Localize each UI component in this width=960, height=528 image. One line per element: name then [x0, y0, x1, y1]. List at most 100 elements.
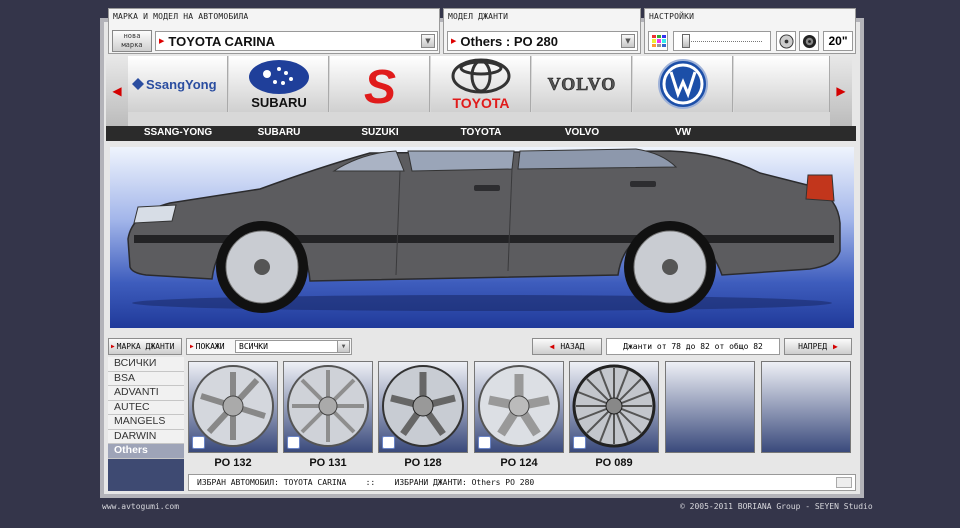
- brand-tile-suzuki[interactable]: S: [330, 56, 430, 112]
- chevron-down-icon[interactable]: ▼: [337, 341, 349, 352]
- make-item-autec[interactable]: AUTEC: [108, 400, 184, 415]
- subaru-logo-text: SUBARU: [251, 95, 307, 110]
- rim-thumb[interactable]: [378, 361, 468, 453]
- rim-size-select[interactable]: 20": [823, 31, 853, 51]
- rim-label: PO 128: [404, 457, 442, 469]
- arrow-left-icon: ◀: [112, 84, 122, 98]
- pointer-icon: ▶: [451, 37, 457, 45]
- rim-style-dark-button[interactable]: [799, 31, 819, 51]
- status-rim-value: Others PO 280: [471, 478, 535, 487]
- brand-name: TOYOTA: [460, 127, 502, 138]
- make-item-bsa[interactable]: BSA: [108, 371, 184, 386]
- suzuki-logo-text: S: [363, 61, 395, 111]
- brand-name: VOLVO: [564, 127, 600, 138]
- brand-tile-empty: [734, 56, 830, 112]
- footer-copyright: © 2005-2011 BORIANA Group - SEYEN Studio: [680, 502, 873, 511]
- footer-site: www.avtogumi.com: [102, 502, 180, 511]
- next-button[interactable]: НАПРЕД ▶: [784, 338, 852, 355]
- rim-label: PO 132: [214, 457, 252, 469]
- brand-tile-ssangyong[interactable]: SsangYong: [128, 56, 228, 112]
- make-item-mangels[interactable]: MANGELS: [108, 415, 184, 430]
- make-item-darwin[interactable]: DARWIN: [108, 429, 184, 444]
- selected-car: TOYOTA CARINA: [168, 33, 276, 49]
- next-label: НАПРЕД: [798, 342, 828, 351]
- rim-make-list: ВСИЧКИ BSA ADVANTI AUTEC MANGELS DARWIN …: [108, 357, 184, 491]
- rim-style-light-button[interactable]: [776, 31, 796, 51]
- rim-make-label: МАРКА ДЖАНТИ: [116, 342, 175, 351]
- brands-prev-button[interactable]: ◀: [106, 56, 128, 126]
- front-wheel: [216, 221, 308, 313]
- make-item-advanti[interactable]: ADVANTI: [108, 386, 184, 401]
- rim-caption: МОДЕЛ ДЖАНТИ: [448, 12, 509, 21]
- status-separator: ::: [365, 478, 376, 487]
- rim-thumb[interactable]: [283, 361, 373, 453]
- wheel-position-slider[interactable]: [673, 31, 771, 51]
- zoom-icon[interactable]: [573, 436, 586, 449]
- rim-thumb[interactable]: [569, 361, 659, 453]
- slider-handle[interactable]: [682, 34, 690, 48]
- arrow-right-icon: ▶: [833, 342, 838, 351]
- vw-logo: VW: [657, 59, 708, 109]
- make-item-all[interactable]: ВСИЧКИ: [108, 357, 184, 372]
- brand-tile-subaru[interactable]: SUBARU: [229, 56, 329, 112]
- settings-caption: НАСТРОЙКИ: [649, 12, 695, 21]
- rim-dark-icon: [802, 34, 816, 48]
- subaru-logo: SUBARU: [248, 60, 309, 110]
- car-model-select[interactable]: ▶ TOYOTA CARINA ▼: [155, 31, 438, 51]
- rim-slot-empty: [665, 361, 755, 453]
- car-preview: [110, 147, 854, 328]
- zoom-icon[interactable]: [287, 436, 300, 449]
- toyota-logo: TOYOTA: [451, 58, 510, 111]
- rim-label: PO 131: [309, 457, 347, 469]
- rim-thumb[interactable]: [188, 361, 278, 453]
- show-select[interactable]: ВСИЧКИ ▼: [235, 340, 350, 353]
- ssangyong-logo-text: SsangYong: [146, 77, 217, 92]
- back-button[interactable]: ◀ НАЗАД: [532, 338, 602, 355]
- brand-name: SUZUKI: [361, 127, 399, 138]
- vw-logo-text: VW: [682, 87, 684, 89]
- color-palette-button[interactable]: [648, 31, 668, 51]
- zoom-icon[interactable]: [192, 436, 205, 449]
- volvo-logo-text: VOLVO: [547, 74, 616, 94]
- rim-slot-empty: [761, 361, 851, 453]
- rim-range-text: Джанти от 78 до 82 от общо 82: [606, 338, 780, 355]
- rim-model-select[interactable]: ▶ Others : PO 280 ▼: [447, 31, 638, 51]
- brand-name-strip: SSANG-YONG SUBARU SUZUKI TOYOTA VOLVO VW: [106, 126, 856, 141]
- arrow-left-icon: ◀: [549, 342, 555, 351]
- zoom-icon[interactable]: [382, 436, 395, 449]
- brand-tile-volvo[interactable]: VOLVO: [532, 56, 632, 112]
- show-filter: ▶ ПОКАЖИ ВСИЧКИ ▼: [186, 338, 352, 355]
- rim-thumb[interactable]: [474, 361, 564, 453]
- pointer-icon: ▶: [190, 343, 194, 350]
- make-item-others[interactable]: Others: [108, 444, 184, 459]
- show-value: ВСИЧКИ: [239, 342, 268, 351]
- brands-next-button[interactable]: ▶: [830, 56, 852, 126]
- brand-name: SUBARU: [257, 127, 301, 138]
- rim-label: PO 089: [595, 457, 633, 469]
- selection-status-bar: ИЗБРАН АВТОМОБИЛ: TOYOTA CARINA :: ИЗБРА…: [188, 474, 856, 491]
- rim-model-panel: МОДЕЛ ДЖАНТИ ▶ Others : PO 280 ▼: [443, 8, 641, 54]
- settings-panel: НАСТРОЙКИ 20": [644, 8, 856, 54]
- status-car-value: TOYOTA CARINA: [283, 478, 347, 487]
- chevron-down-icon[interactable]: ▼: [621, 34, 635, 48]
- brand-name: VW: [674, 127, 692, 138]
- volvo-logo: VOLVO: [547, 74, 616, 95]
- chevron-down-icon[interactable]: ▼: [421, 34, 435, 48]
- pointer-icon: ▶: [159, 37, 165, 45]
- brand-tile-toyota[interactable]: TOYOTA: [431, 56, 531, 112]
- zoom-icon[interactable]: [478, 436, 491, 449]
- rear-wheel: [624, 221, 716, 313]
- show-label: ПОКАЖИ: [195, 342, 225, 351]
- rim-make-header: ▶ МАРКА ДЖАНТИ: [108, 338, 182, 355]
- brand-tile-vw[interactable]: VW: [633, 56, 733, 112]
- brand-logo-strip: ◀ ▶ SsangYong SUBARU S TOYOTA VOLVO VW: [106, 56, 852, 126]
- brand-name: SSANG-YONG: [143, 127, 213, 138]
- suzuki-logo: S: [363, 61, 395, 111]
- status-rim-label: ИЗБРАНИ ДЖАНТИ:: [394, 478, 467, 487]
- new-make-button[interactable]: нова марка: [112, 30, 152, 52]
- car-caption: МАРКА И МОДЕЛ НА АВТОМОБИЛА: [113, 12, 249, 21]
- ssangyong-logo: SsangYong: [131, 77, 217, 92]
- back-label: НАЗАД: [560, 342, 585, 351]
- chat-icon[interactable]: [836, 477, 852, 488]
- selected-rim: Others : PO 280: [460, 33, 558, 49]
